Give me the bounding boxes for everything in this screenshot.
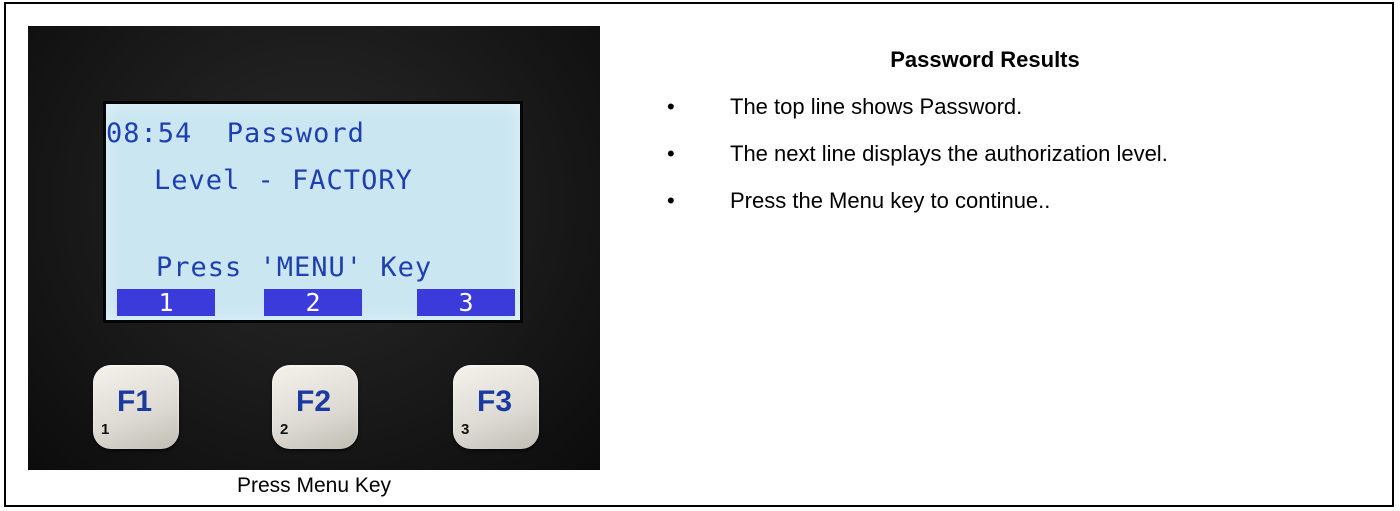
f1-key-button[interactable]: F1 1 [93,365,179,449]
lcd-top-line: 08:54 Password [106,118,365,149]
f1-key-number: 1 [101,421,110,438]
f2-key-button[interactable]: F2 2 [272,365,358,449]
device-keypad-photo: 08:54 Password Level - FACTORY Press 'ME… [28,26,600,470]
lcd-display: 08:54 Password Level - FACTORY Press 'ME… [103,101,523,323]
lcd-softkey-1: 1 [117,289,215,316]
f1-key-label: F1 [117,385,153,418]
bullet-text: The next line displays the authorization… [730,141,1168,166]
lcd-level-line: Level - FACTORY [154,165,413,196]
bullet-text: The top line shows Password. [730,94,1023,119]
f3-key-label: F3 [477,385,513,418]
f2-key-number: 2 [280,421,289,438]
f2-key-label: F2 [296,385,332,418]
lcd-prompt-line: Press 'MENU' Key [156,252,433,283]
f3-key-number: 3 [461,421,470,438]
panel-title: Password Results [890,47,1080,72]
lcd-softkey-2: 2 [264,289,362,316]
bullet-icon: • [667,94,675,119]
image-caption: Press Menu Key [236,474,392,497]
f3-key-button[interactable]: F3 3 [453,365,539,449]
bullet-icon: • [667,188,675,213]
bullet-icon: • [667,141,675,166]
bullet-text: Press the Menu key to continue.. [730,188,1051,213]
lcd-softkey-3: 3 [417,289,515,316]
